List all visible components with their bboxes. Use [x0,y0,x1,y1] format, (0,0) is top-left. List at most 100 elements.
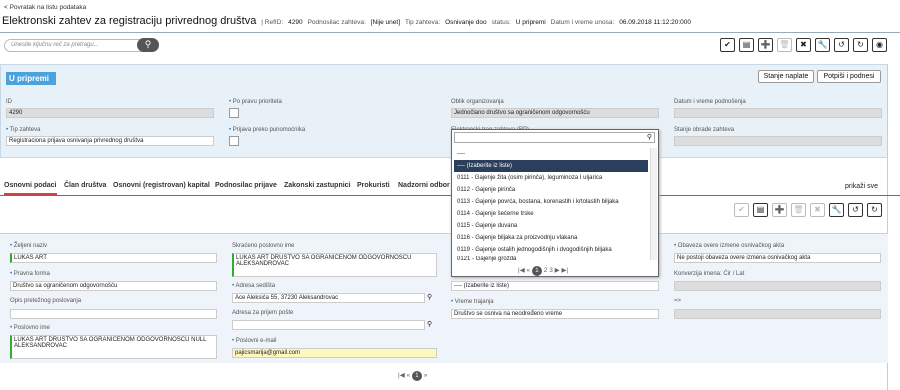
dropdown-search-input[interactable]: ⚲ [454,132,655,143]
opis-label: Opis pretežnog poslovanja [10,298,82,304]
next-page-icon[interactable]: » [424,372,428,379]
datum-label: Datum i vreme unosa: [550,19,615,26]
stanje-naplate-button[interactable]: Stanje naplate [758,70,814,83]
dropdown-page-2[interactable]: 2 [544,267,548,274]
view-button[interactable]: ◉ [872,38,887,52]
arrow-label: => [674,298,682,304]
tab-confirm-button[interactable]: ✔ [734,203,749,217]
dropdown-pager: |◀ « 1 2 3 ▶ ▶| [518,266,568,276]
save-button[interactable]: ▤ [739,38,754,52]
adresa-prijem-search-icon[interactable]: ⚲ [427,320,432,328]
dropdown-list: ---- ---- (Izaberite iz liste) 0111 - Ga… [454,148,648,262]
tip-zahteva-select[interactable]: Registraciona prijava osnivanja privredn… [6,136,214,146]
dropdown-option[interactable]: 0119 - Gajenje ostalih jednogodišnjih i … [454,244,648,256]
tools-button[interactable]: 🔧 [815,38,830,52]
search-icon: ⚲ [144,39,152,49]
dropdown-page-3[interactable]: 3 [549,267,553,274]
new-button[interactable]: ➕ [758,38,773,52]
email-label: • Poslovni e-mail [232,338,277,344]
tab-podnosilac[interactable]: Podnosilac prijave [215,182,277,195]
dropdown-page-1[interactable]: 1 [531,266,542,276]
search-button[interactable]: ⚲ [137,38,159,52]
save-icon: ▤ [756,205,765,214]
skraceno-label: Skraćeno poslovno ime [232,243,295,249]
pravna-forma-select[interactable]: Društvo sa ograničenom odgovornošću [10,281,217,291]
title-bar: Elektronski zahtev za registraciju privr… [2,15,900,31]
cancel-button[interactable]: ✖ [796,38,811,52]
close-circle-icon: ✖ [814,205,821,214]
back-link[interactable]: < Povratak na listu podataka [4,4,86,11]
dropdown-option[interactable]: 0111 - Gajenje žita (osim pirinča), legu… [454,172,648,184]
prijava-label: • Prijava preko punomoćnika [229,127,306,133]
skraceno-textarea[interactable]: LUKAS ART DRUŠTVO SA OGRANIČENOM ODGOVOR… [232,253,437,277]
pravna-forma-label: • Pravna forma [10,271,50,277]
opis-input[interactable] [10,309,217,319]
tab-prokuristi[interactable]: Prokuristi [357,182,390,195]
search-icon: ⚲ [646,134,652,141]
tab-new-button[interactable]: ➕ [772,203,787,217]
confirm-button[interactable]: ✔ [720,38,735,52]
dropdown-option[interactable]: 0121 - Gajenje grožđa [454,256,648,262]
po-pravu-label: • Po pravu prioriteta [229,99,282,105]
wrench-icon: 🔧 [817,40,828,49]
current-page[interactable]: 1 [411,371,422,381]
stanje-obrade-label: Stanje obrade zahteva [674,127,735,133]
tip-label: Tip zahteva: [404,19,441,26]
potpisi-button[interactable]: Potpiši i podnesi [817,70,881,83]
dropdown-option[interactable]: 0112 - Gajenje pirinča [454,184,648,196]
dropdown-option[interactable]: ---- [454,148,648,160]
vreme-trajanja-select[interactable]: Društvo se osniva na neodređeno vreme [451,309,659,319]
adresa-sedista-search-icon[interactable]: ⚲ [427,293,432,301]
refid-label: | RefID: [261,19,284,26]
prev-page-icon[interactable]: « [407,372,411,379]
arrow-field [674,309,881,319]
dropdown-option[interactable]: 0116 - Gajenje biljaka za proizvodnju vl… [454,232,648,244]
tab-cancel-button[interactable]: ✖ [810,203,825,217]
plus-icon: ➕ [774,205,785,214]
tab-osnovni-podaci[interactable]: Osnovni podaci [4,182,57,195]
tab-clan-drustva[interactable]: Član društva [64,182,106,195]
undo-button[interactable]: ↺ [834,38,849,52]
trash-icon: 🗑 [779,40,790,49]
dropdown-scrollbar[interactable] [650,148,657,260]
prev-page-icon[interactable]: « [527,267,531,274]
check-icon: ✔ [738,205,745,214]
undo-icon: ↺ [852,205,859,214]
delete-button[interactable]: 🗑 [777,38,792,52]
first-page-icon[interactable]: |◀ [398,372,405,379]
poslovno-ime-textarea[interactable]: LUKAS ART DRUŠTVO SA OGRANIČENOM ODGOVOR… [10,335,217,359]
next-page-icon[interactable]: ▶ [555,267,560,274]
tip-value: Osnivanje doo [445,19,487,26]
prikazi-sve-link[interactable]: prikaži sve [845,183,878,190]
email-input[interactable]: pajicsmarija@gmail.com [232,348,437,358]
dropdown-option[interactable]: 0115 - Gajenje duvana [454,220,648,232]
zeljeni-naziv-input[interactable]: LUKAS ART [10,253,217,263]
id-field: 4290 [6,108,214,118]
undo-icon: ↺ [838,40,845,49]
tab-save-button[interactable]: ▤ [753,203,768,217]
check-icon: ✔ [724,40,731,49]
adresa-sedista-select[interactable]: Ace Aleksića 55, 37230 Aleksandrovac [232,293,425,303]
tab-refresh-button[interactable]: ↻ [867,203,882,217]
dropdown-option[interactable]: 0114 - Gajenje šećerne trske [454,208,648,220]
tab-tools-button[interactable]: 🔧 [829,203,844,217]
dropdown-option-selected[interactable]: ---- (Izaberite iz liste) [454,160,648,172]
prijava-checkbox[interactable] [229,136,239,146]
status-value: U pripremi [515,19,546,26]
first-page-icon[interactable]: |◀ [518,267,525,274]
izaberite-select[interactable]: ---- (Izaberite iz liste) [451,281,659,291]
zeljeni-naziv-label: • Željeni naziv [10,243,48,249]
dropdown-option[interactable]: 0113 - Gajenje povrća, bostana, korenast… [454,196,648,208]
tab-nadzorni[interactable]: Nadzorni odbor [398,182,450,195]
refresh-button[interactable]: ↻ [853,38,868,52]
tab-delete-button[interactable]: 🗑 [791,203,806,217]
tab-undo-button[interactable]: ↺ [848,203,863,217]
oblik-field: Jednočlano društvo sa ograničenom odgovo… [451,108,659,118]
tab-kapital[interactable]: Osnovni (registrovan) kapital [113,182,210,195]
last-page-icon[interactable]: ▶| [561,267,568,274]
adresa-prijem-select[interactable] [232,320,425,330]
tab-zakonski[interactable]: Zakonski zastupnici [284,182,351,195]
po-pravu-checkbox[interactable] [229,108,239,118]
obaveza-select[interactable]: Ne postoji obaveza overe izmena osnivačk… [674,253,881,263]
search-input[interactable]: Unesite ključnu reč za pretragu... [4,39,156,52]
